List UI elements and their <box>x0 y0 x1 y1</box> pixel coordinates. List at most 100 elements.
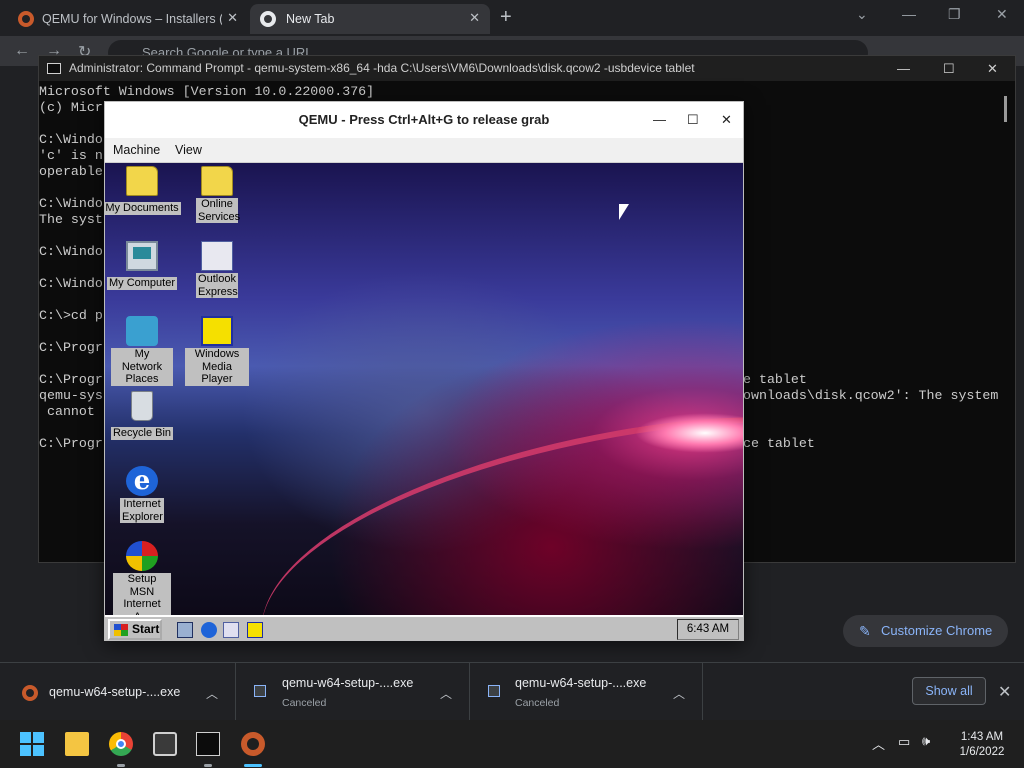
tab-title: QEMU for Windows – Installers (6 <box>42 12 222 26</box>
download-status: Canceled <box>282 697 327 709</box>
tab-new-tab[interactable]: New Tab ✕ <box>250 4 490 34</box>
qemu-window[interactable]: QEMU - Press Ctrl+Alt+G to release grab … <box>104 101 744 641</box>
command-prompt-icon[interactable] <box>196 732 220 756</box>
cmd-line: The syst <box>39 212 103 227</box>
download-item[interactable]: qemu-w64-setup-....exe ︿ <box>0 663 236 721</box>
cmd-maximize-button[interactable]: ☐ <box>943 56 955 81</box>
folder-icon <box>201 166 233 196</box>
recycle-bin-icon <box>131 391 153 421</box>
desktop-icon-my-documents[interactable]: My Documents <box>105 166 182 216</box>
desktop-icon-label: Setup MSN Internet A... <box>113 573 171 615</box>
cmd-minimize-button[interactable]: — <box>897 56 910 81</box>
desktop-icon-online-services[interactable]: Online Services <box>177 166 257 225</box>
guest-taskbar: Start 6:43 AM <box>105 615 743 641</box>
computer-icon <box>126 241 158 271</box>
menu-view[interactable]: View <box>175 143 202 157</box>
download-item[interactable]: qemu-w64-setup-....exe Canceled ︿ <box>470 663 703 721</box>
folder-icon <box>126 166 158 196</box>
desktop-icon-label: Outlook Express <box>196 273 238 298</box>
desktop-icon-my-network-places[interactable]: My Network Places <box>105 316 182 387</box>
download-filename: qemu-w64-setup-....exe <box>515 676 647 690</box>
cmd-line-fragment: ce tablet <box>743 436 815 451</box>
chevron-up-icon[interactable]: ︿ <box>440 685 452 702</box>
desktop-icon-label: Recycle Bin <box>110 427 174 440</box>
mouse-cursor-icon <box>619 204 629 220</box>
new-tab-button[interactable]: + <box>500 6 512 29</box>
active-indicator <box>244 764 262 767</box>
chevron-up-icon[interactable]: ︿ <box>872 734 885 753</box>
media-player-icon <box>201 316 233 346</box>
quicklaunch-outlook-icon[interactable] <box>223 622 239 638</box>
minimize-button[interactable]: — <box>902 6 916 22</box>
microsoft-store-icon[interactable] <box>153 732 177 756</box>
cmd-line: C:\Windo <box>39 132 103 147</box>
system-clock[interactable]: 1:43 AM 1/6/2022 <box>952 730 1012 760</box>
cmd-titlebar[interactable]: Administrator: Command Prompt - qemu-sys… <box>39 56 1015 81</box>
desktop-icon-label: My Documents <box>105 202 181 215</box>
quicklaunch-ie-icon[interactable] <box>201 622 217 638</box>
back-arrow-icon[interactable]: ← <box>14 42 30 60</box>
customize-chrome-label: Customize Chrome <box>881 623 993 638</box>
guest-start-button[interactable]: Start <box>108 619 162 640</box>
close-download-bar-icon[interactable]: ✕ <box>998 682 1011 702</box>
file-icon <box>254 685 266 697</box>
download-status: Canceled <box>515 697 560 709</box>
running-indicator <box>117 764 125 767</box>
download-filename: qemu-w64-setup-....exe <box>49 685 181 699</box>
desktop-icon-outlook-express[interactable]: Outlook Express <box>177 241 257 300</box>
restore-button[interactable]: ❐ <box>948 6 961 23</box>
file-explorer-icon[interactable] <box>65 732 89 756</box>
menu-machine[interactable]: Machine <box>113 143 160 157</box>
network-icon[interactable]: ▭ <box>898 734 910 750</box>
clock-time: 1:43 AM <box>960 731 1004 743</box>
guest-clock: 6:43 AM <box>677 619 739 640</box>
guest-desktop[interactable]: My Documents Online Services My Computer… <box>105 163 743 615</box>
desktop-icon-recycle-bin[interactable]: Recycle Bin <box>105 391 182 441</box>
cmd-line: C:\Windo <box>39 276 103 291</box>
qemu-taskbar-icon[interactable] <box>241 732 265 756</box>
windows-flag-icon <box>114 624 128 636</box>
close-browser-button[interactable]: ✕ <box>996 6 1008 23</box>
cmd-line: C:\Windo <box>39 244 103 259</box>
cmd-line: qemu-sys <box>39 388 103 403</box>
ie-icon: e <box>126 466 158 496</box>
chrome-icon[interactable] <box>109 732 133 756</box>
clock-date: 1/6/2022 <box>959 746 1005 758</box>
show-all-downloads-button[interactable]: Show all <box>912 677 986 705</box>
desktop-icon-windows-media-player[interactable]: Windows Media Player <box>177 316 257 387</box>
tab-search-icon[interactable]: ⌄ <box>856 6 868 23</box>
browser-tab-strip: QEMU for Windows – Installers (6 ✕ New T… <box>0 0 1024 36</box>
cmd-icon <box>47 63 61 74</box>
cmd-close-button[interactable]: ✕ <box>987 56 998 81</box>
quicklaunch-media-player-icon[interactable] <box>247 622 263 638</box>
tab-title: New Tab <box>286 12 335 26</box>
desktop-icon-my-computer[interactable]: My Computer <box>105 241 182 291</box>
chevron-up-icon[interactable]: ︿ <box>673 685 685 702</box>
tab-qemu-installers[interactable]: QEMU for Windows – Installers (6 ✕ <box>8 4 248 34</box>
cmd-line: C:\Progr <box>39 340 103 355</box>
tab-close-icon[interactable]: ✕ <box>227 10 238 26</box>
qemu-titlebar[interactable]: QEMU - Press Ctrl+Alt+G to release grab … <box>105 102 743 138</box>
cmd-line: cannot <box>39 404 95 419</box>
qemu-maximize-button[interactable]: ☐ <box>687 102 699 138</box>
cmd-line: C:\Progr <box>39 372 103 387</box>
desktop-icon-setup-msn[interactable]: Setup MSN Internet A... <box>105 541 182 615</box>
download-item[interactable]: qemu-w64-setup-....exe Canceled ︿ <box>236 663 470 721</box>
cmd-line: C:\>cd p <box>39 308 103 323</box>
windows-taskbar: ︿ ▭ 🕪 <box>0 720 1024 768</box>
qemu-close-button[interactable]: ✕ <box>721 102 732 138</box>
volume-icon[interactable]: 🕪 <box>922 733 930 749</box>
desktop-icon-internet-explorer[interactable]: e Internet Explorer <box>105 466 182 525</box>
windows-start-icon[interactable] <box>20 732 44 756</box>
customize-chrome-button[interactable]: ✎ Customize Chrome <box>843 615 1008 647</box>
qemu-minimize-button[interactable]: — <box>653 102 666 138</box>
outlook-icon <box>201 241 233 271</box>
chevron-up-icon[interactable]: ︿ <box>206 685 218 702</box>
running-indicator <box>204 764 212 767</box>
show-desktop-icon[interactable] <box>177 622 193 638</box>
desktop-icon-label: Internet Explorer <box>120 498 164 523</box>
qemu-favicon-icon <box>18 11 34 27</box>
tab-close-icon[interactable]: ✕ <box>469 10 480 26</box>
file-icon <box>488 685 500 697</box>
cmd-scrollbar-thumb[interactable] <box>1004 96 1007 122</box>
